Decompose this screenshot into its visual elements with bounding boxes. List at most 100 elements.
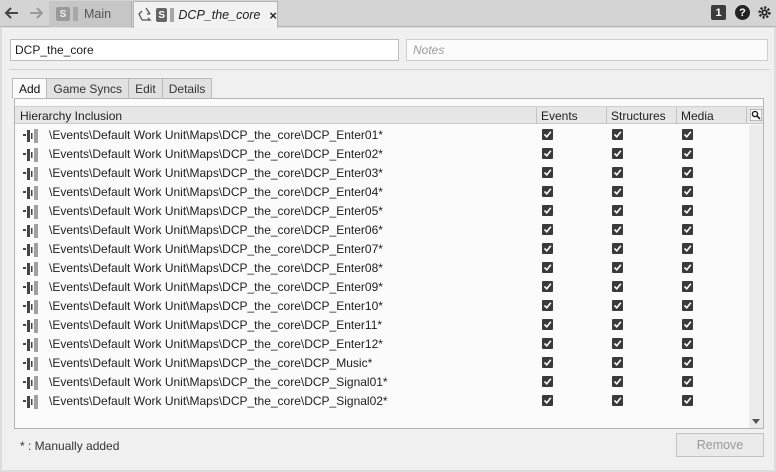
event-icon (23, 338, 39, 352)
hierarchy-path: \Events\Default Work Unit\Maps\DCP_the_c… (49, 280, 383, 294)
view-number-badge[interactable]: 1 (711, 5, 726, 20)
table-row[interactable]: \Events\Default Work Unit\Maps\DCP_the_c… (15, 297, 747, 316)
structures-checkbox[interactable] (612, 205, 623, 216)
table-row[interactable]: \Events\Default Work Unit\Maps\DCP_the_c… (15, 316, 747, 335)
media-checkbox[interactable] (682, 281, 693, 292)
gear-icon[interactable] (756, 4, 772, 20)
table-row[interactable]: \Events\Default Work Unit\Maps\DCP_the_c… (15, 145, 747, 164)
events-checkbox[interactable] (542, 281, 553, 292)
table-row[interactable]: \Events\Default Work Unit\Maps\DCP_the_c… (15, 126, 747, 145)
events-checkbox[interactable] (542, 148, 553, 159)
media-checkbox[interactable] (682, 319, 693, 330)
media-checkbox[interactable] (682, 167, 693, 178)
structures-checkbox[interactable] (612, 357, 623, 368)
media-checkbox[interactable] (682, 357, 693, 368)
hierarchy-inclusion-list: Hierarchy Inclusion Events Structures Me… (14, 98, 764, 429)
table-row[interactable]: \Events\Default Work Unit\Maps\DCP_the_c… (15, 278, 747, 297)
events-checkbox[interactable] (542, 205, 553, 216)
table-row[interactable]: \Events\Default Work Unit\Maps\DCP_the_c… (15, 221, 747, 240)
column-header-hierarchy[interactable]: Hierarchy Inclusion (15, 107, 537, 124)
hierarchy-path: \Events\Default Work Unit\Maps\DCP_the_c… (49, 147, 383, 161)
structures-checkbox[interactable] (612, 338, 623, 349)
events-checkbox[interactable] (542, 243, 553, 254)
structures-checkbox[interactable] (612, 319, 623, 330)
media-checkbox[interactable] (682, 129, 693, 140)
tab-separator (170, 8, 175, 22)
soundbank-name-input[interactable] (10, 39, 399, 61)
hierarchy-path: \Events\Default Work Unit\Maps\DCP_the_c… (49, 166, 383, 180)
media-checkbox[interactable] (682, 262, 693, 273)
structures-checkbox[interactable] (612, 395, 623, 406)
hierarchy-path: \Events\Default Work Unit\Maps\DCP_the_c… (49, 394, 388, 408)
column-header-events[interactable]: Events (537, 107, 607, 124)
structures-checkbox[interactable] (612, 129, 623, 140)
event-icon (23, 224, 39, 238)
document-tab-bar: S Main S DCP_the_core × 1 ? (0, 0, 776, 28)
event-icon (23, 376, 39, 390)
events-checkbox[interactable] (542, 129, 553, 140)
structures-checkbox[interactable] (612, 186, 623, 197)
events-checkbox[interactable] (542, 319, 553, 330)
structures-checkbox[interactable] (612, 224, 623, 235)
forward-arrow-icon[interactable] (27, 4, 45, 22)
search-icon[interactable] (749, 107, 763, 123)
structures-checkbox[interactable] (612, 300, 623, 311)
events-checkbox[interactable] (542, 357, 553, 368)
event-icon (23, 205, 39, 219)
structures-checkbox[interactable] (612, 281, 623, 292)
events-checkbox[interactable] (542, 224, 553, 235)
structures-checkbox[interactable] (612, 148, 623, 159)
events-checkbox[interactable] (542, 186, 553, 197)
vertical-scrollbar[interactable] (749, 125, 763, 428)
media-checkbox[interactable] (682, 338, 693, 349)
editor-subtabs: Add Game Syncs Edit Details (12, 78, 213, 99)
events-checkbox[interactable] (542, 300, 553, 311)
table-row[interactable]: \Events\Default Work Unit\Maps\DCP_the_c… (15, 354, 747, 373)
tab-game-syncs[interactable]: Game Syncs (47, 78, 130, 99)
close-tab-icon[interactable]: × (269, 8, 277, 23)
media-checkbox[interactable] (682, 243, 693, 254)
media-checkbox[interactable] (682, 376, 693, 387)
hierarchy-path: \Events\Default Work Unit\Maps\DCP_the_c… (49, 375, 388, 389)
event-icon (23, 357, 39, 371)
events-checkbox[interactable] (542, 376, 553, 387)
media-checkbox[interactable] (682, 395, 693, 406)
table-row[interactable]: \Events\Default Work Unit\Maps\DCP_the_c… (15, 392, 747, 411)
tab-dcp-the-core[interactable]: S DCP_the_core × (133, 1, 278, 28)
events-checkbox[interactable] (542, 395, 553, 406)
media-checkbox[interactable] (682, 224, 693, 235)
media-checkbox[interactable] (682, 205, 693, 216)
remove-button[interactable]: Remove (676, 433, 764, 457)
table-row[interactable]: \Events\Default Work Unit\Maps\DCP_the_c… (15, 373, 747, 392)
media-checkbox[interactable] (682, 186, 693, 197)
table-row[interactable]: \Events\Default Work Unit\Maps\DCP_the_c… (15, 259, 747, 278)
tab-edit[interactable]: Edit (129, 78, 163, 99)
table-row[interactable]: \Events\Default Work Unit\Maps\DCP_the_c… (15, 202, 747, 221)
help-icon[interactable]: ? (735, 5, 750, 20)
table-row[interactable]: \Events\Default Work Unit\Maps\DCP_the_c… (15, 335, 747, 354)
column-header-structures[interactable]: Structures (607, 107, 677, 124)
structures-checkbox[interactable] (612, 167, 623, 178)
table-row[interactable]: \Events\Default Work Unit\Maps\DCP_the_c… (15, 164, 747, 183)
events-checkbox[interactable] (542, 262, 553, 273)
column-header-media[interactable]: Media (677, 107, 747, 124)
notes-input[interactable] (406, 39, 768, 61)
structures-checkbox[interactable] (612, 243, 623, 254)
back-arrow-icon[interactable] (3, 4, 21, 22)
tab-main[interactable]: S Main (49, 1, 132, 27)
hierarchy-path: \Events\Default Work Unit\Maps\DCP_the_c… (49, 242, 383, 256)
soundbank-icon: S (156, 8, 168, 22)
tab-add[interactable]: Add (12, 78, 48, 99)
table-row[interactable]: \Events\Default Work Unit\Maps\DCP_the_c… (15, 183, 747, 202)
media-checkbox[interactable] (682, 300, 693, 311)
tab-details[interactable]: Details (162, 78, 213, 99)
scroll-down-arrow-icon[interactable] (750, 416, 762, 426)
events-checkbox[interactable] (542, 167, 553, 178)
structures-checkbox[interactable] (612, 376, 623, 387)
structures-checkbox[interactable] (612, 262, 623, 273)
table-row[interactable]: \Events\Default Work Unit\Maps\DCP_the_c… (15, 240, 747, 259)
hierarchy-path: \Events\Default Work Unit\Maps\DCP_the_c… (49, 318, 383, 332)
media-checkbox[interactable] (682, 148, 693, 159)
events-checkbox[interactable] (542, 338, 553, 349)
soundbank-editor: Add Game Syncs Edit Details Hierarchy In… (2, 28, 774, 470)
